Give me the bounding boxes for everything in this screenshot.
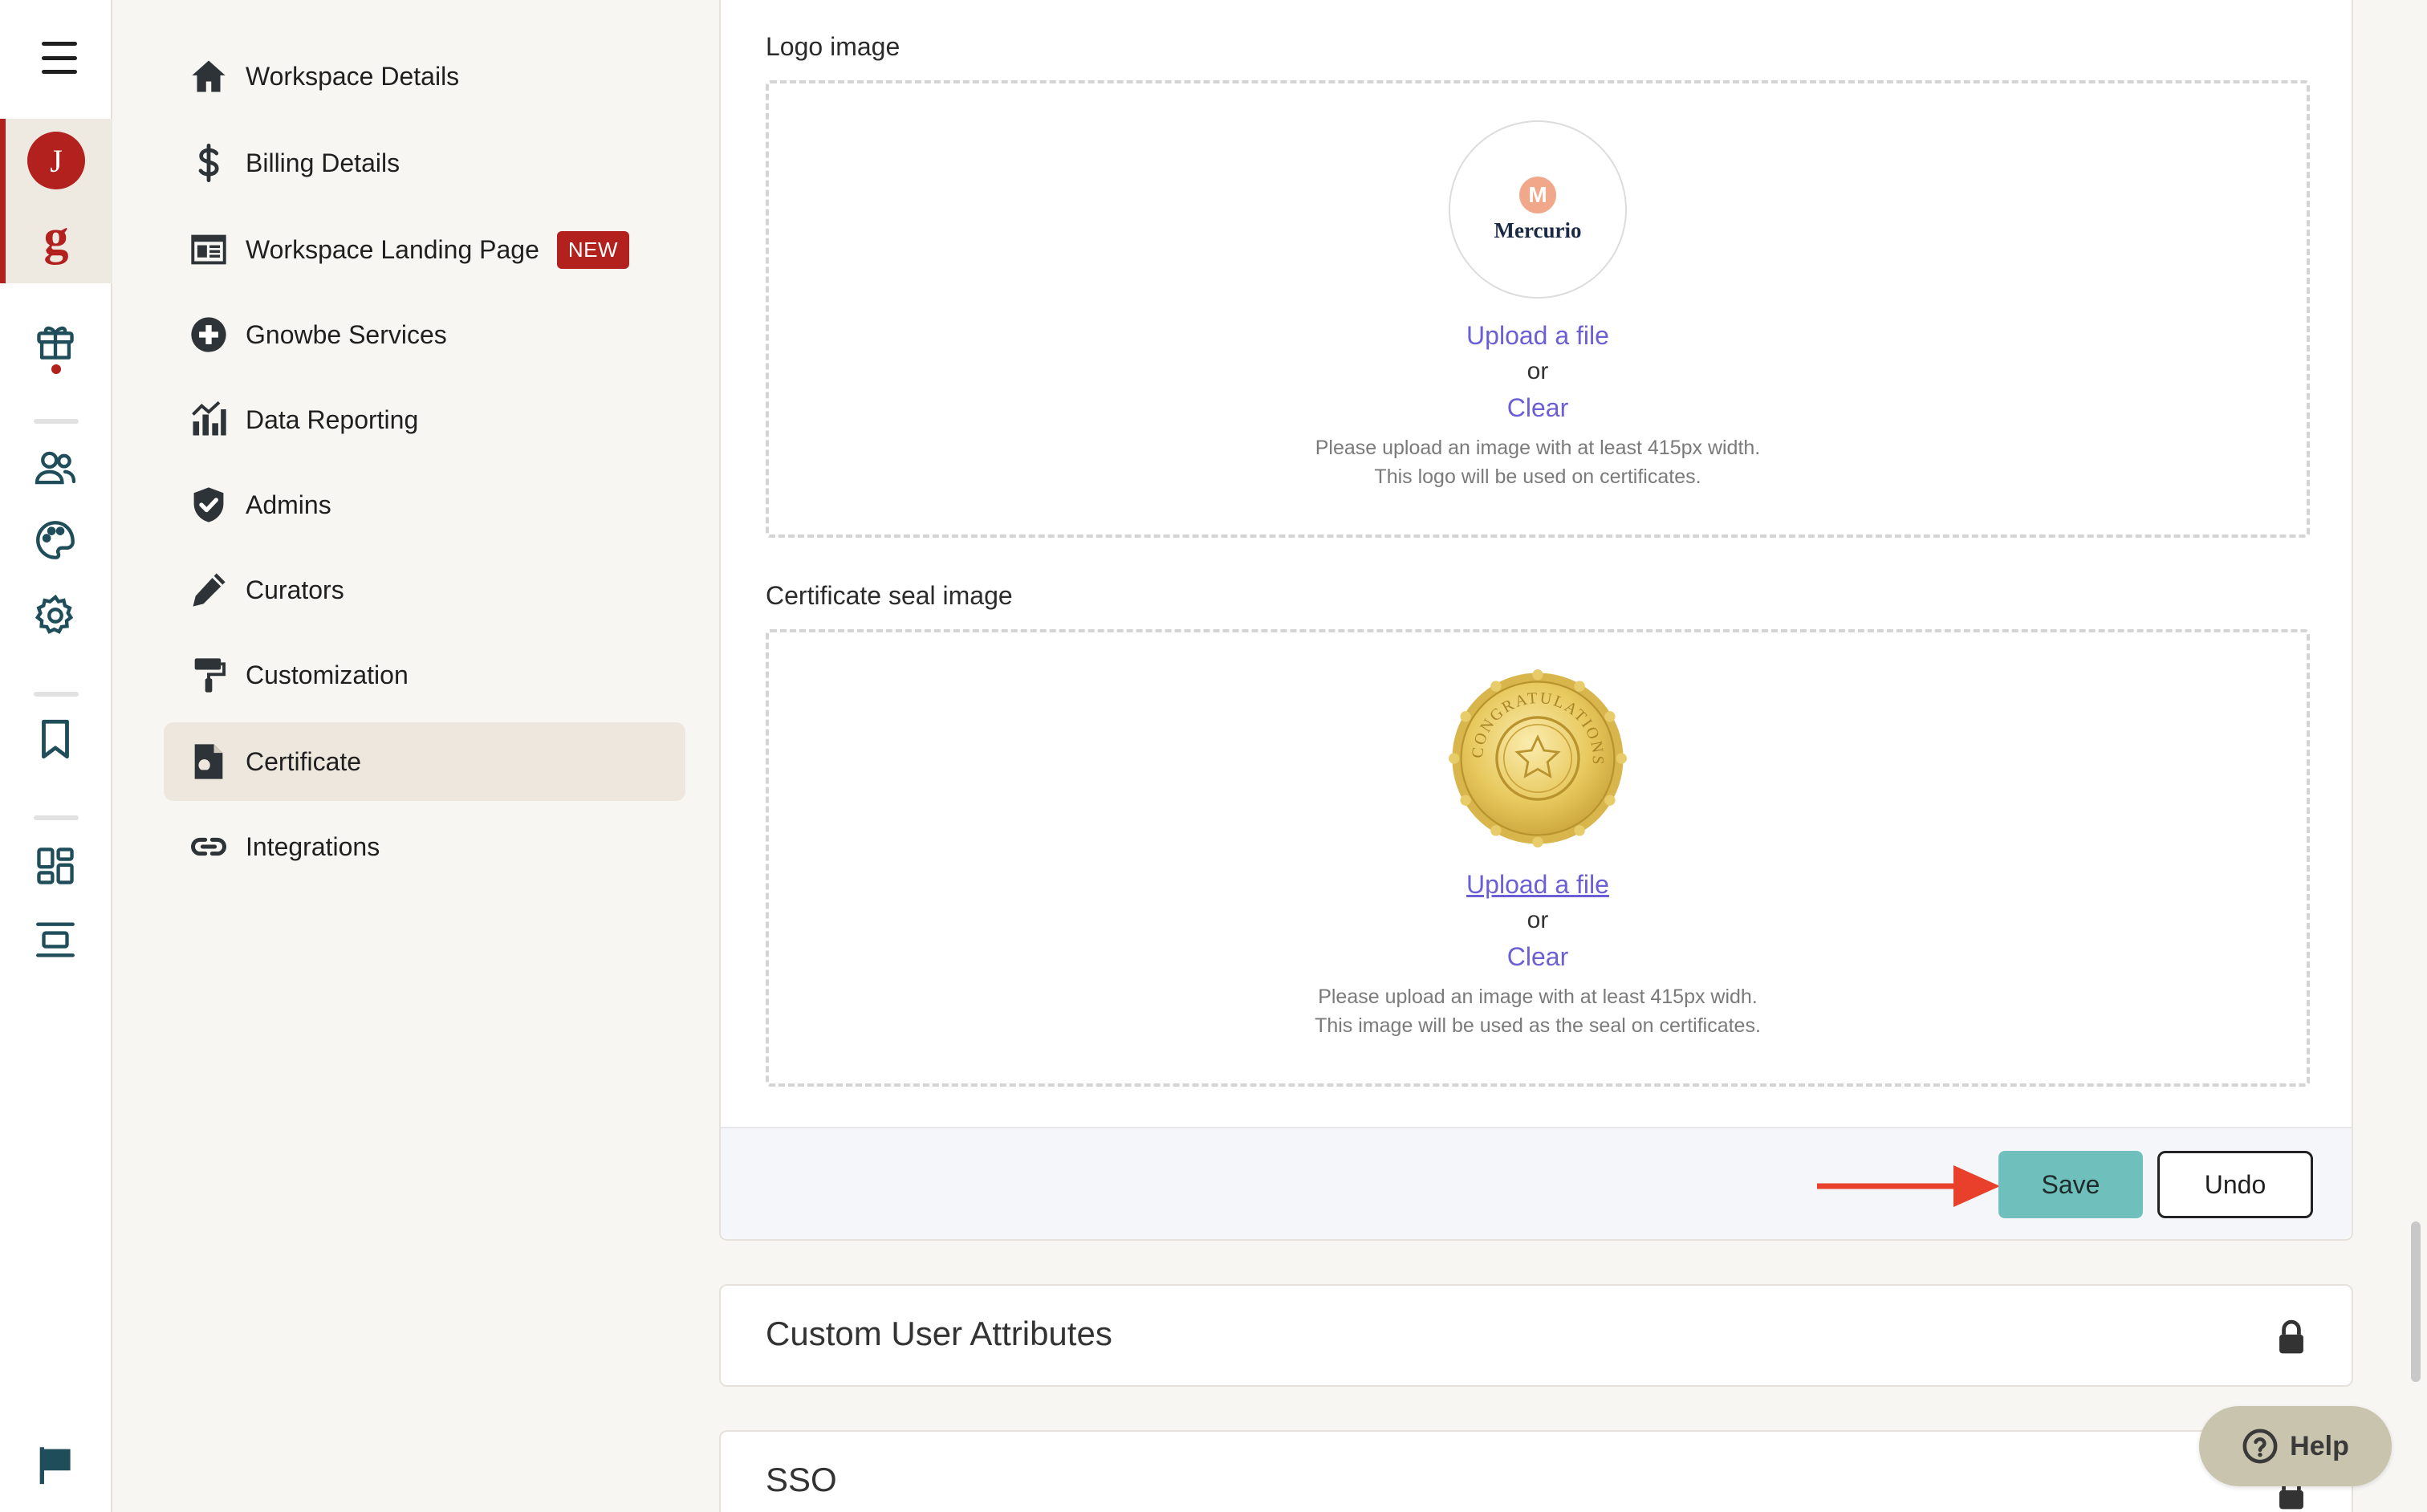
nav-label: Integrations xyxy=(246,831,380,861)
nav-label: Certificate xyxy=(246,746,362,776)
undo-button[interactable]: Undo xyxy=(2157,1151,2313,1218)
palette-icon[interactable] xyxy=(32,517,79,563)
paint-roller-icon xyxy=(188,654,230,696)
home-icon xyxy=(188,55,230,97)
certificate-settings-card: Logo image M Mercurio Upload a file or C… xyxy=(719,0,2353,1241)
chart-icon xyxy=(188,399,230,441)
nav-item-customization[interactable]: Customization xyxy=(164,636,685,714)
section-title: Custom User Attributes xyxy=(766,1315,1112,1352)
seal-preview: CONGRATULATIONS xyxy=(1449,669,1627,847)
pencil-icon xyxy=(188,569,230,611)
question-icon xyxy=(2242,1429,2278,1464)
nav-label: Gnowbe Services xyxy=(246,319,447,349)
sso-section[interactable]: SSO xyxy=(719,1430,2353,1512)
logo-hint-line1: Please upload an image with at least 415… xyxy=(1315,437,1761,459)
section-title: SSO xyxy=(766,1461,837,1498)
nav-item-curators[interactable]: Curators xyxy=(164,551,685,629)
mercurio-logo-text: Mercurio xyxy=(1494,217,1582,242)
seal-hint-line1: Please upload an image with at least 415… xyxy=(1318,986,1758,1008)
seal-hint-line2: This image will be used as the seal on c… xyxy=(1315,1014,1761,1037)
help-button[interactable]: Help xyxy=(2199,1406,2392,1486)
users-icon[interactable] xyxy=(32,445,79,491)
rail-divider xyxy=(34,419,79,424)
logo-dropzone[interactable]: M Mercurio Upload a file or Clear Please… xyxy=(766,80,2310,538)
nav-item-workspace-details[interactable]: Workspace Details xyxy=(164,37,685,116)
nav-item-workspace-landing-page[interactable]: Workspace Landing Page NEW xyxy=(164,210,685,289)
logo-or-text: or xyxy=(1527,358,1549,384)
logo-hint-line2: This logo will be used on certificates. xyxy=(1374,465,1701,488)
nav-label: Customization xyxy=(246,660,409,689)
menu-icon[interactable] xyxy=(42,42,77,74)
nav-label: Workspace Landing Page xyxy=(246,234,539,264)
seal-dropzone[interactable]: CONGRATULATIONS Upload a file or Clear P… xyxy=(766,629,2310,1087)
nav-label: Curators xyxy=(246,575,344,604)
link-icon xyxy=(188,826,230,868)
certificate-icon xyxy=(188,741,230,782)
nav-item-gnowbe-services[interactable]: Gnowbe Services xyxy=(164,295,685,374)
rail-divider xyxy=(34,815,79,820)
logo-section-title: Logo image xyxy=(766,32,900,61)
gear-icon[interactable] xyxy=(32,592,79,639)
nav-item-billing-details[interactable]: Billing Details xyxy=(164,124,685,202)
lock-icon xyxy=(2279,1319,2303,1354)
gift-icon[interactable] xyxy=(32,318,79,364)
page-scrollbar[interactable] xyxy=(2411,1221,2421,1382)
nav-item-admins[interactable]: Admins xyxy=(164,465,685,544)
nav-item-integrations[interactable]: Integrations xyxy=(164,807,685,886)
new-badge: NEW xyxy=(556,230,630,269)
nav-label: Admins xyxy=(246,490,331,519)
logo-upload-link[interactable]: Upload a file xyxy=(769,321,2307,351)
gnowbe-logo-icon[interactable]: g xyxy=(35,213,77,265)
logo-preview: M Mercurio xyxy=(1449,120,1627,299)
bookmark-icon[interactable] xyxy=(32,716,79,762)
notification-dot xyxy=(51,364,61,374)
settings-nav: Workspace Details Billing Details Worksp… xyxy=(112,0,722,1512)
save-button[interactable]: Save xyxy=(1998,1151,2143,1218)
logo-clear-link[interactable]: Clear xyxy=(769,393,2307,423)
seal-section-title: Certificate seal image xyxy=(766,581,1013,610)
user-avatar[interactable]: J xyxy=(27,132,85,189)
seal-clear-link[interactable]: Clear xyxy=(769,942,2307,972)
nav-item-certificate[interactable]: Certificate xyxy=(164,722,685,801)
nav-label: Workspace Details xyxy=(246,61,460,91)
mercurio-logo-mark: M xyxy=(1519,176,1556,213)
dashboard-icon[interactable] xyxy=(32,843,79,889)
annotation-arrow xyxy=(1817,1165,2000,1207)
custom-user-attributes-section[interactable]: Custom User Attributes xyxy=(719,1284,2353,1387)
browser-window-icon xyxy=(188,229,230,270)
nav-label: Data Reporting xyxy=(246,404,419,434)
plus-circle-icon xyxy=(188,314,230,356)
rail-divider xyxy=(34,692,79,697)
card-footer: Save Undo xyxy=(721,1127,2352,1239)
seal-or-text: or xyxy=(1527,907,1549,933)
icon-rail: J g xyxy=(0,0,112,1512)
dollar-icon xyxy=(188,142,230,184)
help-label: Help xyxy=(2290,1430,2349,1461)
shield-check-icon xyxy=(188,484,230,526)
nav-item-data-reporting[interactable]: Data Reporting xyxy=(164,380,685,459)
seal-upload-link[interactable]: Upload a file xyxy=(769,870,2307,900)
active-indicator xyxy=(0,119,6,283)
layout-icon[interactable] xyxy=(32,917,79,963)
flag-icon[interactable] xyxy=(32,1441,79,1488)
congratulations-seal-image: CONGRATULATIONS xyxy=(1449,669,1627,847)
nav-label: Billing Details xyxy=(246,148,400,177)
